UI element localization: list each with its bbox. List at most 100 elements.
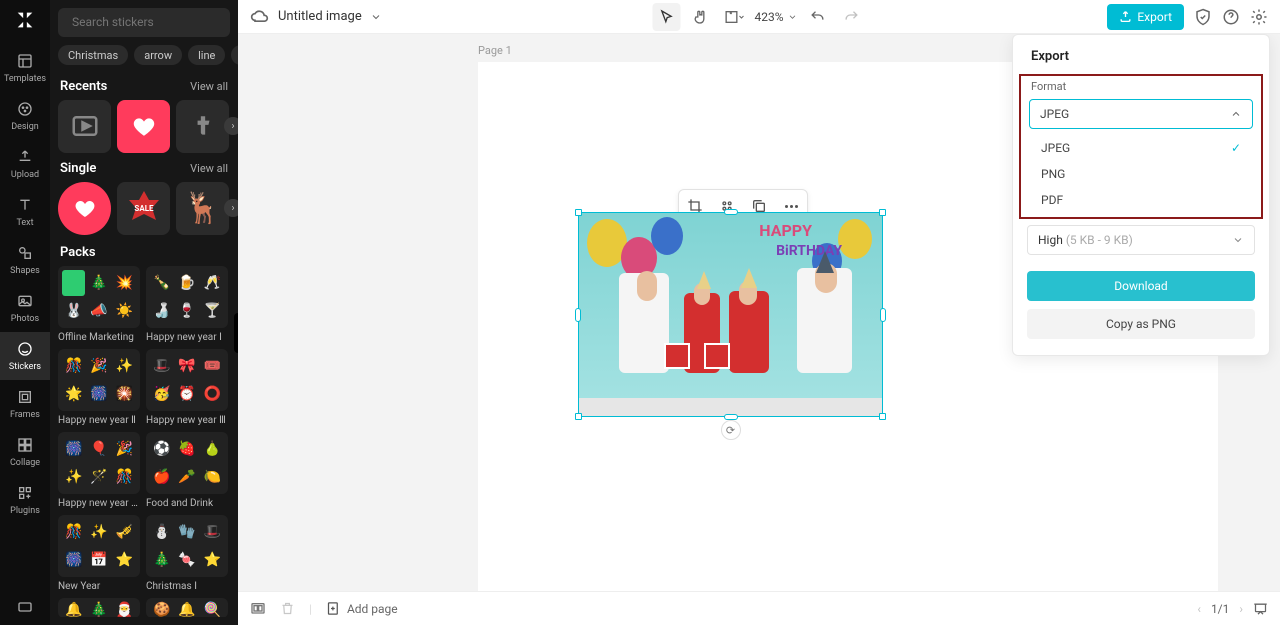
rail-misc-icon[interactable] [0, 589, 50, 625]
pack-label: Happy new year Ⅲ [146, 411, 228, 432]
copy-png-button[interactable]: Copy as PNG [1027, 309, 1255, 339]
export-button[interactable]: Export [1107, 4, 1184, 30]
rail-label: Design [11, 122, 39, 132]
canvas-area[interactable]: Page 1 HAPPY BiRTH [238, 34, 1280, 591]
search-input[interactable] [72, 15, 228, 29]
present-icon[interactable] [1253, 601, 1268, 616]
zoom-display[interactable]: 423% [754, 10, 797, 24]
pack-tile[interactable]: 🔔🎄🎅 [58, 598, 140, 617]
rail-photos[interactable]: Photos [0, 284, 50, 332]
search-box[interactable] [58, 8, 230, 37]
single-viewall[interactable]: View all [190, 162, 228, 175]
zoom-value: 423% [754, 10, 783, 24]
recents-row: › [50, 100, 238, 153]
cloud-icon[interactable] [250, 7, 270, 27]
rail-label: Templates [4, 74, 46, 84]
stickers-icon [16, 340, 34, 358]
redo-button[interactable] [838, 3, 866, 31]
delete-page-icon[interactable] [280, 601, 295, 616]
pack-tile[interactable]: 🎩🎀🎟️🥳⏰⭕ Happy new year Ⅲ [146, 349, 228, 432]
single-title: Single [60, 161, 96, 176]
frames-icon [16, 388, 34, 406]
pack-label: Offline Marketing [58, 328, 140, 349]
page-label: Page 1 [478, 44, 512, 57]
rail-label: Frames [10, 410, 40, 420]
rail-label: Plugins [10, 506, 40, 516]
pack-tile[interactable]: 🍪🔔🍭 [146, 598, 228, 617]
cursor-tool[interactable] [652, 3, 680, 31]
selected-image[interactable]: HAPPY BiRTHDAY [578, 212, 883, 417]
pack-label: Christmas Ⅰ [146, 577, 228, 598]
rotate-handle[interactable]: ⟳ [721, 420, 741, 440]
rail-plugins[interactable]: Plugins [0, 476, 50, 524]
rail-frames[interactable]: Frames [0, 380, 50, 428]
format-highlight: Format JPEG JPEG✓ PNG PDF [1019, 74, 1263, 219]
quality-select[interactable]: High (5 KB - 9 KB) [1027, 225, 1255, 255]
pack-tile[interactable]: 🎊🎉✨🌟🎆🎇 Happy new year Ⅱ [58, 349, 140, 432]
rail-text[interactable]: Text [0, 188, 50, 236]
shield-icon[interactable] [1194, 8, 1212, 26]
pack-tile[interactable]: 🎆🎈🎉✨🪄🎊 Happy new year Ⅳ [58, 432, 140, 515]
add-page-icon [326, 601, 341, 616]
sticker-tile[interactable] [117, 100, 170, 153]
shapes-icon [16, 244, 34, 262]
download-button[interactable]: Download [1027, 271, 1255, 301]
next-page-icon[interactable]: › [1239, 602, 1243, 616]
rail-templates[interactable]: Templates [0, 44, 50, 92]
sticker-tile[interactable] [58, 100, 111, 153]
text-icon [16, 196, 34, 214]
app-logo[interactable] [13, 8, 37, 32]
rail-upload[interactable]: Upload [0, 140, 50, 188]
sticker-tile[interactable] [58, 182, 111, 235]
format-label: Format [1029, 80, 1253, 99]
hand-tool[interactable] [686, 3, 714, 31]
plugins-icon [16, 484, 34, 502]
settings-icon[interactable] [1250, 8, 1268, 26]
add-page-button[interactable]: Add page [326, 601, 398, 616]
export-label: Export [1137, 10, 1172, 24]
recents-viewall[interactable]: View all [190, 80, 228, 93]
option-label: PNG [1041, 167, 1065, 181]
sticker-tile[interactable]: SALE [117, 182, 170, 235]
sticker-tile[interactable] [176, 100, 229, 153]
undo-button[interactable] [804, 3, 832, 31]
pack-tile[interactable]: 🍾🍺🥂🍶🍷🍸 Happy new year Ⅰ [146, 266, 228, 349]
stickers-sidebar: Christmas arrow line circ Recents View a… [50, 0, 238, 625]
format-select[interactable]: JPEG [1029, 99, 1253, 129]
left-rail: Templates Design Upload Text Shapes Phot… [0, 0, 50, 625]
sticker-tile[interactable]: 🦌 [176, 182, 229, 235]
chevron-down-icon [1232, 234, 1244, 246]
single-row: SALE 🦌 › [50, 182, 238, 235]
rail-design[interactable]: Design [0, 92, 50, 140]
prev-page-icon[interactable]: ‹ [1197, 602, 1201, 616]
rail-stickers[interactable]: Stickers [0, 332, 50, 380]
pack-tile[interactable]: 🎊✨🎺🎆📅⭐ New Year [58, 515, 140, 598]
check-icon: ✓ [1231, 141, 1241, 155]
svg-text:SALE: SALE [134, 204, 154, 213]
format-option-pdf[interactable]: PDF [1029, 187, 1253, 213]
export-panel-title: Export [1013, 49, 1269, 74]
document-title[interactable]: Untitled image [278, 9, 362, 24]
pack-tile[interactable]: 🎄💥🐰📣☀️ Offline Marketing [58, 266, 140, 349]
chip-christmas[interactable]: Christmas [58, 45, 128, 65]
chip-circle[interactable]: circ [231, 45, 238, 65]
format-option-jpeg[interactable]: JPEG✓ [1029, 135, 1253, 161]
pack-tile[interactable]: ⛄🧤🎩🎄🍬⭐ Christmas Ⅰ [146, 515, 228, 598]
resize-tool[interactable] [720, 3, 748, 31]
category-chips: Christmas arrow line circ [50, 45, 238, 71]
rail-shapes[interactable]: Shapes [0, 236, 50, 284]
pack-label: Happy new year Ⅳ [58, 494, 140, 515]
pages-view-icon[interactable] [250, 601, 266, 617]
chip-line[interactable]: line [188, 45, 225, 65]
rail-label: Photos [11, 314, 39, 324]
rail-label: Shapes [10, 266, 40, 276]
pack-tile[interactable]: ⚽🍓🍐🍎🥕🍋 Food and Drink [146, 432, 228, 515]
help-icon[interactable] [1222, 8, 1240, 26]
rail-collage[interactable]: Collage [0, 428, 50, 476]
image-content: HAPPY BiRTHDAY [579, 213, 882, 416]
recents-title: Recents [60, 79, 107, 94]
chevron-up-icon [1230, 108, 1242, 120]
chevron-down-icon[interactable] [370, 11, 382, 23]
format-option-png[interactable]: PNG [1029, 161, 1253, 187]
chip-arrow[interactable]: arrow [134, 45, 182, 65]
